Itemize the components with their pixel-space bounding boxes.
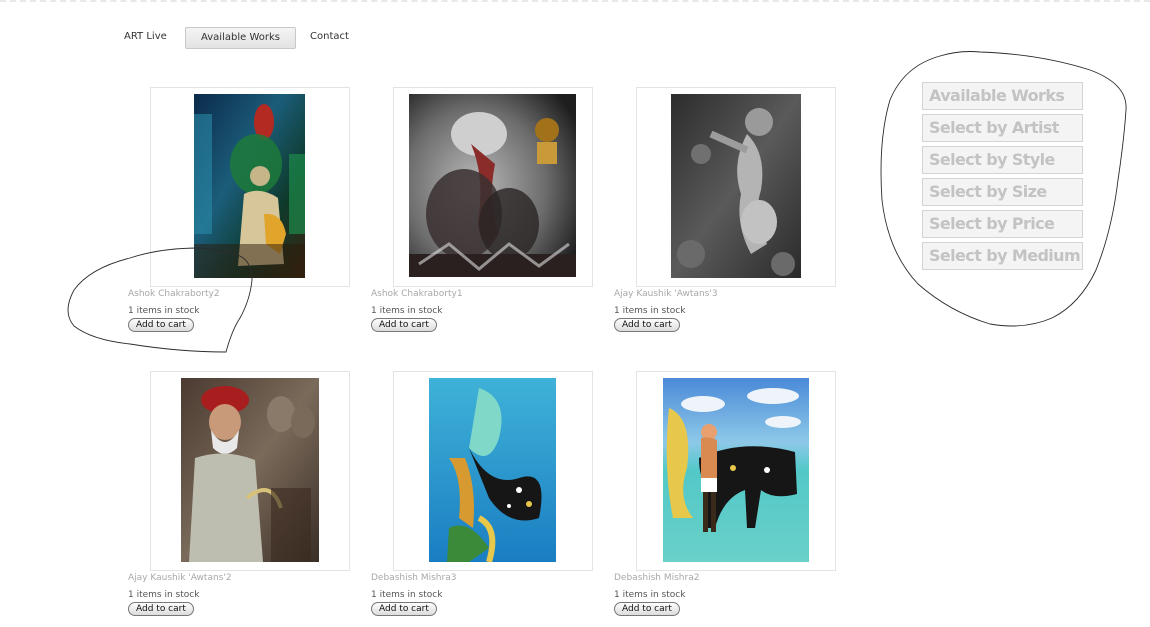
add-to-cart-button[interactable]: Add to cart [614, 318, 680, 332]
add-to-cart-button[interactable]: Add to cart [371, 318, 437, 332]
stock-status: 1 items in stock [371, 590, 443, 600]
filter-menu: Available Works Select by Artist Select … [922, 82, 1084, 274]
artwork-image[interactable] [181, 378, 319, 562]
artwork-image[interactable] [429, 378, 556, 562]
filter-by-size[interactable]: Select by Size [922, 178, 1083, 206]
stock-status: 1 items in stock [128, 590, 200, 600]
product-card: Debashish Mishra3 1 items in stock Add t… [371, 371, 601, 621]
nav-available-works[interactable]: Available Works [185, 27, 296, 49]
filter-by-price[interactable]: Select by Price [922, 210, 1083, 238]
product-card: Ashok Chakraborty2 1 items in stock Add … [128, 87, 358, 337]
add-to-cart-button[interactable]: Add to cart [128, 318, 194, 332]
nav-art-live[interactable]: ART Live [116, 27, 175, 47]
artwork-image[interactable] [663, 378, 809, 562]
stock-status: 1 items in stock [614, 306, 686, 316]
product-title[interactable]: Ajay Kaushik 'Awtans'2 [128, 573, 232, 583]
add-to-cart-button[interactable]: Add to cart [614, 602, 680, 616]
product-card: Ajay Kaushik 'Awtans'2 1 items in stock … [128, 371, 358, 621]
product-card: Debashish Mishra2 1 items in stock Add t… [614, 371, 844, 621]
product-title[interactable]: Debashish Mishra2 [614, 573, 699, 583]
filter-by-artist[interactable]: Select by Artist [922, 114, 1083, 142]
product-title[interactable]: Ajay Kaushik 'Awtans'3 [614, 289, 718, 299]
add-to-cart-button[interactable]: Add to cart [371, 602, 437, 616]
stock-status: 1 items in stock [371, 306, 443, 316]
artwork-image[interactable] [409, 94, 576, 277]
stock-status: 1 items in stock [128, 306, 200, 316]
artwork-image[interactable] [194, 94, 305, 278]
product-title[interactable]: Debashish Mishra3 [371, 573, 456, 583]
nav-contact[interactable]: Contact [302, 27, 357, 47]
filter-by-medium[interactable]: Select by Medium [922, 242, 1083, 270]
stock-status: 1 items in stock [614, 590, 686, 600]
add-to-cart-button[interactable]: Add to cart [128, 602, 194, 616]
filter-available-works[interactable]: Available Works [922, 82, 1083, 110]
artwork-image[interactable] [671, 94, 801, 278]
product-title[interactable]: Ashok Chakraborty2 [128, 289, 220, 299]
filter-by-style[interactable]: Select by Style [922, 146, 1083, 174]
top-divider [0, 0, 1150, 2]
product-title[interactable]: Ashok Chakraborty1 [371, 289, 463, 299]
product-card: Ajay Kaushik 'Awtans'3 1 items in stock … [614, 87, 844, 337]
product-card: Ashok Chakraborty1 1 items in stock Add … [371, 87, 601, 337]
